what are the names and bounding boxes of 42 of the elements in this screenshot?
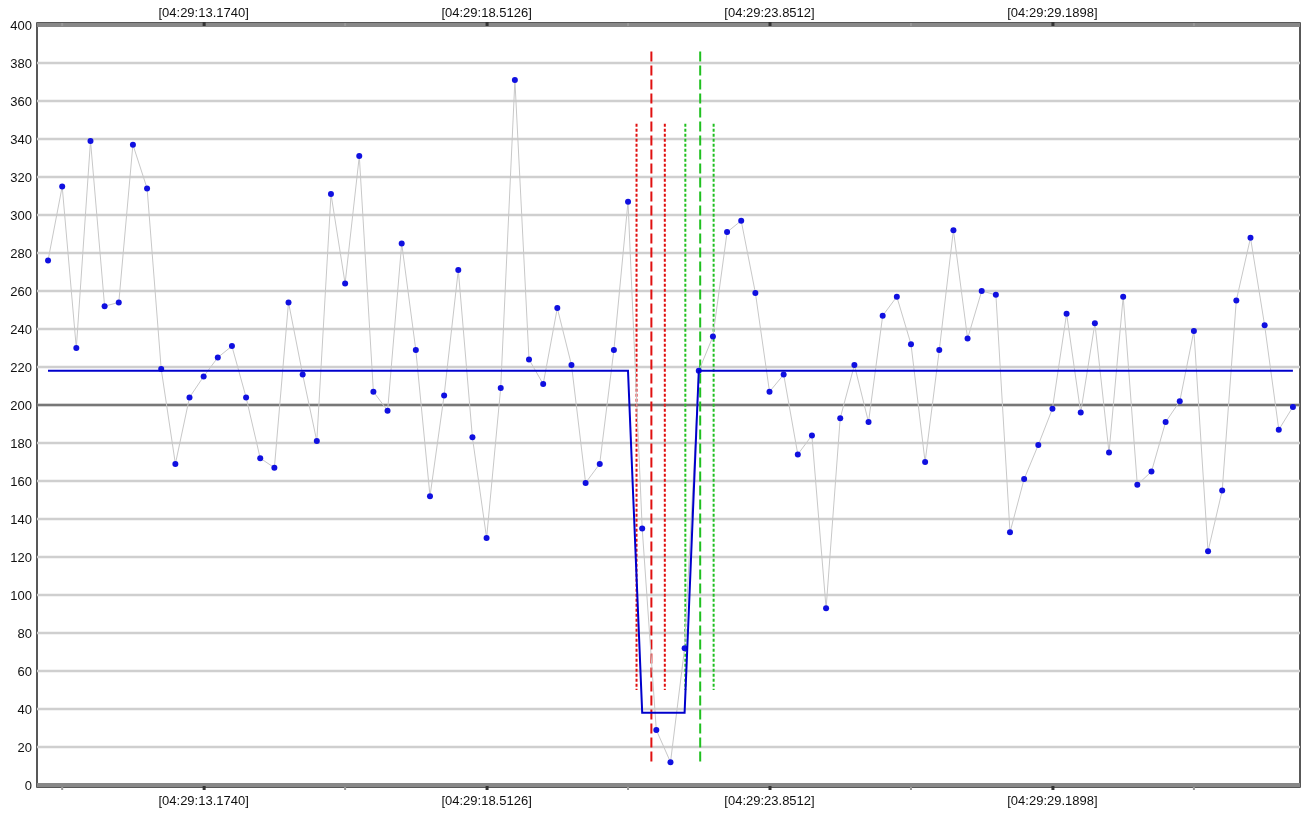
x-axis-label: [04:29:23.8512] <box>724 5 815 20</box>
tick-mark <box>344 23 347 26</box>
tick-mark <box>1051 786 1055 790</box>
y-axis-label: 80 <box>17 626 32 641</box>
y-axis-label: 20 <box>17 740 32 755</box>
tick-mark <box>485 22 489 26</box>
y-axis-label: 60 <box>17 664 32 679</box>
y-axis-label: 340 <box>10 132 32 147</box>
y-axis-label: 200 <box>10 398 32 413</box>
y-axis-label: 360 <box>10 94 32 109</box>
x-axis-label: [04:29:18.5126] <box>441 5 532 20</box>
tick-mark <box>202 22 206 26</box>
x-axis-label: [04:29:29.1898] <box>1007 793 1098 808</box>
x-axis-label: [04:29:13.1740] <box>158 793 249 808</box>
y-axis-label: 220 <box>10 360 32 375</box>
y-axis-label: 0 <box>24 778 32 793</box>
tick-mark <box>1051 22 1055 26</box>
y-axis-label: 100 <box>10 588 32 603</box>
x-axis-label: [04:29:13.1740] <box>158 5 249 20</box>
y-axis-label: 120 <box>10 550 32 565</box>
tick-mark <box>1192 23 1195 26</box>
tick-mark <box>768 22 772 26</box>
y-axis-label: 300 <box>10 208 32 223</box>
y-axis-label: 380 <box>10 56 32 71</box>
x-axis-label: [04:29:23.8512] <box>724 793 815 808</box>
y-axis-label: 40 <box>17 702 32 717</box>
y-axis-label: 180 <box>10 436 32 451</box>
y-axis-label: 140 <box>10 512 32 527</box>
y-axis-label: 160 <box>10 474 32 489</box>
tick-mark <box>61 23 64 26</box>
tick-mark <box>909 23 912 26</box>
tick-mark <box>485 786 489 790</box>
x-axis-label: [04:29:29.1898] <box>1007 5 1098 20</box>
y-axis-label: 240 <box>10 322 32 337</box>
tick-mark <box>627 23 630 26</box>
tick-mark <box>768 786 772 790</box>
y-axis-label: 260 <box>10 284 32 299</box>
y-axis-label: 400 <box>10 18 32 33</box>
y-axis-label: 280 <box>10 246 32 261</box>
tick-mark <box>202 786 206 790</box>
y-axis-label: 320 <box>10 170 32 185</box>
x-axis-label: [04:29:18.5126] <box>441 793 532 808</box>
